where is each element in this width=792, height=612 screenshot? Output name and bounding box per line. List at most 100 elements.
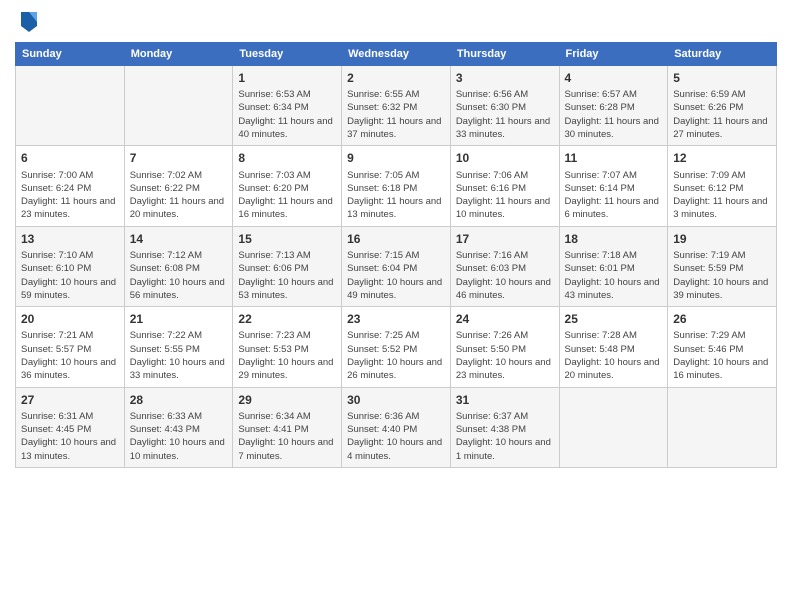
day-number: 22: [238, 311, 336, 327]
calendar-cell: 18 Sunrise: 7:18 AM Sunset: 6:01 PM Dayli…: [559, 226, 668, 306]
calendar-cell: 8 Sunrise: 7:03 AM Sunset: 6:20 PM Daylig…: [233, 146, 342, 226]
calendar-cell: 9 Sunrise: 7:05 AM Sunset: 6:18 PM Daylig…: [342, 146, 451, 226]
calendar-cell: 1 Sunrise: 6:53 AM Sunset: 6:34 PM Daylig…: [233, 66, 342, 146]
day-info: Sunrise: 7:07 AM Sunset: 6:14 PM Dayligh…: [565, 169, 663, 222]
day-info: Sunrise: 7:12 AM Sunset: 6:08 PM Dayligh…: [130, 249, 228, 302]
calendar-cell: 30 Sunrise: 6:36 AM Sunset: 4:40 PM Dayli…: [342, 387, 451, 467]
calendar-cell: 16 Sunrise: 7:15 AM Sunset: 6:04 PM Dayli…: [342, 226, 451, 306]
weekday-header: Thursday: [450, 43, 559, 66]
day-info: Sunrise: 7:23 AM Sunset: 5:53 PM Dayligh…: [238, 329, 336, 382]
day-number: 13: [21, 231, 119, 247]
day-number: 5: [673, 70, 771, 86]
day-info: Sunrise: 7:21 AM Sunset: 5:57 PM Dayligh…: [21, 329, 119, 382]
day-number: 7: [130, 150, 228, 166]
calendar-cell: 26 Sunrise: 7:29 AM Sunset: 5:46 PM Dayli…: [668, 307, 777, 387]
day-number: 26: [673, 311, 771, 327]
calendar-cell: 7 Sunrise: 7:02 AM Sunset: 6:22 PM Daylig…: [124, 146, 233, 226]
day-info: Sunrise: 7:10 AM Sunset: 6:10 PM Dayligh…: [21, 249, 119, 302]
day-info: Sunrise: 7:19 AM Sunset: 5:59 PM Dayligh…: [673, 249, 771, 302]
day-number: 28: [130, 392, 228, 408]
day-number: 12: [673, 150, 771, 166]
day-info: Sunrise: 7:05 AM Sunset: 6:18 PM Dayligh…: [347, 169, 445, 222]
calendar-cell: [124, 66, 233, 146]
calendar-cell: 17 Sunrise: 7:16 AM Sunset: 6:03 PM Dayli…: [450, 226, 559, 306]
day-info: Sunrise: 7:16 AM Sunset: 6:03 PM Dayligh…: [456, 249, 554, 302]
logo-icon: [19, 10, 39, 34]
day-info: Sunrise: 7:25 AM Sunset: 5:52 PM Dayligh…: [347, 329, 445, 382]
day-info: Sunrise: 6:33 AM Sunset: 4:43 PM Dayligh…: [130, 410, 228, 463]
day-number: 8: [238, 150, 336, 166]
calendar-cell: 29Sunrise: 6:34 AM Sunset: 4:41 PM Dayli…: [233, 387, 342, 467]
calendar-cell: 19 Sunrise: 7:19 AM Sunset: 5:59 PM Dayli…: [668, 226, 777, 306]
calendar-body: 1 Sunrise: 6:53 AM Sunset: 6:34 PM Daylig…: [16, 66, 777, 468]
calendar-week-row: 13 Sunrise: 7:10 AM Sunset: 6:10 PM Dayli…: [16, 226, 777, 306]
day-info: Sunrise: 7:18 AM Sunset: 6:01 PM Dayligh…: [565, 249, 663, 302]
calendar-cell: [16, 66, 125, 146]
calendar-cell: 31 Sunrise: 6:37 AM Sunset: 4:38 PM Dayli…: [450, 387, 559, 467]
day-info: Sunrise: 6:53 AM Sunset: 6:34 PM Dayligh…: [238, 88, 336, 141]
day-info: Sunrise: 7:13 AM Sunset: 6:06 PM Dayligh…: [238, 249, 336, 302]
day-number: 4: [565, 70, 663, 86]
calendar-cell: 20Sunrise: 7:21 AM Sunset: 5:57 PM Dayli…: [16, 307, 125, 387]
day-number: 6: [21, 150, 119, 166]
calendar-cell: 28 Sunrise: 6:33 AM Sunset: 4:43 PM Dayli…: [124, 387, 233, 467]
logo: [15, 10, 39, 34]
calendar-header-row: SundayMondayTuesdayWednesdayThursdayFrid…: [16, 43, 777, 66]
day-info: Sunrise: 7:06 AM Sunset: 6:16 PM Dayligh…: [456, 169, 554, 222]
day-number: 10: [456, 150, 554, 166]
weekday-header: Saturday: [668, 43, 777, 66]
day-number: 21: [130, 311, 228, 327]
day-number: 23: [347, 311, 445, 327]
calendar-cell: 13 Sunrise: 7:10 AM Sunset: 6:10 PM Dayli…: [16, 226, 125, 306]
day-number: 9: [347, 150, 445, 166]
day-info: Sunrise: 7:03 AM Sunset: 6:20 PM Dayligh…: [238, 169, 336, 222]
day-number: 11: [565, 150, 663, 166]
day-info: Sunrise: 6:56 AM Sunset: 6:30 PM Dayligh…: [456, 88, 554, 141]
day-info: Sunrise: 7:28 AM Sunset: 5:48 PM Dayligh…: [565, 329, 663, 382]
day-info: Sunrise: 7:29 AM Sunset: 5:46 PM Dayligh…: [673, 329, 771, 382]
day-number: 31: [456, 392, 554, 408]
day-number: 29: [238, 392, 336, 408]
calendar-cell: 25Sunrise: 7:28 AM Sunset: 5:48 PM Dayli…: [559, 307, 668, 387]
day-info: Sunrise: 7:09 AM Sunset: 6:12 PM Dayligh…: [673, 169, 771, 222]
calendar-cell: 10 Sunrise: 7:06 AM Sunset: 6:16 PM Dayli…: [450, 146, 559, 226]
day-number: 15: [238, 231, 336, 247]
day-info: Sunrise: 7:22 AM Sunset: 5:55 PM Dayligh…: [130, 329, 228, 382]
day-number: 1: [238, 70, 336, 86]
day-info: Sunrise: 6:57 AM Sunset: 6:28 PM Dayligh…: [565, 88, 663, 141]
calendar-cell: 21 Sunrise: 7:22 AM Sunset: 5:55 PM Dayli…: [124, 307, 233, 387]
day-info: Sunrise: 6:31 AM Sunset: 4:45 PM Dayligh…: [21, 410, 119, 463]
day-info: Sunrise: 7:26 AM Sunset: 5:50 PM Dayligh…: [456, 329, 554, 382]
day-number: 17: [456, 231, 554, 247]
calendar-cell: 4 Sunrise: 6:57 AM Sunset: 6:28 PM Daylig…: [559, 66, 668, 146]
calendar-week-row: 20Sunrise: 7:21 AM Sunset: 5:57 PM Dayli…: [16, 307, 777, 387]
weekday-header: Tuesday: [233, 43, 342, 66]
calendar-cell: 27 Sunrise: 6:31 AM Sunset: 4:45 PM Dayli…: [16, 387, 125, 467]
day-info: Sunrise: 6:37 AM Sunset: 4:38 PM Dayligh…: [456, 410, 554, 463]
calendar-cell: 6 Sunrise: 7:00 AM Sunset: 6:24 PM Daylig…: [16, 146, 125, 226]
page-header: [15, 10, 777, 34]
calendar-cell: [668, 387, 777, 467]
day-number: 14: [130, 231, 228, 247]
day-number: 19: [673, 231, 771, 247]
calendar-cell: 24 Sunrise: 7:26 AM Sunset: 5:50 PM Dayli…: [450, 307, 559, 387]
calendar-week-row: 27 Sunrise: 6:31 AM Sunset: 4:45 PM Dayli…: [16, 387, 777, 467]
day-info: Sunrise: 7:00 AM Sunset: 6:24 PM Dayligh…: [21, 169, 119, 222]
weekday-header: Monday: [124, 43, 233, 66]
calendar-cell: [559, 387, 668, 467]
day-number: 30: [347, 392, 445, 408]
day-number: 3: [456, 70, 554, 86]
calendar-cell: 5Sunrise: 6:59 AM Sunset: 6:26 PM Daylig…: [668, 66, 777, 146]
day-info: Sunrise: 7:02 AM Sunset: 6:22 PM Dayligh…: [130, 169, 228, 222]
calendar-cell: 2Sunrise: 6:55 AM Sunset: 6:32 PM Daylig…: [342, 66, 451, 146]
calendar-cell: 12 Sunrise: 7:09 AM Sunset: 6:12 PM Dayli…: [668, 146, 777, 226]
day-info: Sunrise: 7:15 AM Sunset: 6:04 PM Dayligh…: [347, 249, 445, 302]
weekday-header: Friday: [559, 43, 668, 66]
day-number: 18: [565, 231, 663, 247]
calendar-table: SundayMondayTuesdayWednesdayThursdayFrid…: [15, 42, 777, 468]
day-number: 27: [21, 392, 119, 408]
day-number: 16: [347, 231, 445, 247]
day-info: Sunrise: 6:36 AM Sunset: 4:40 PM Dayligh…: [347, 410, 445, 463]
day-number: 2: [347, 70, 445, 86]
day-number: 24: [456, 311, 554, 327]
